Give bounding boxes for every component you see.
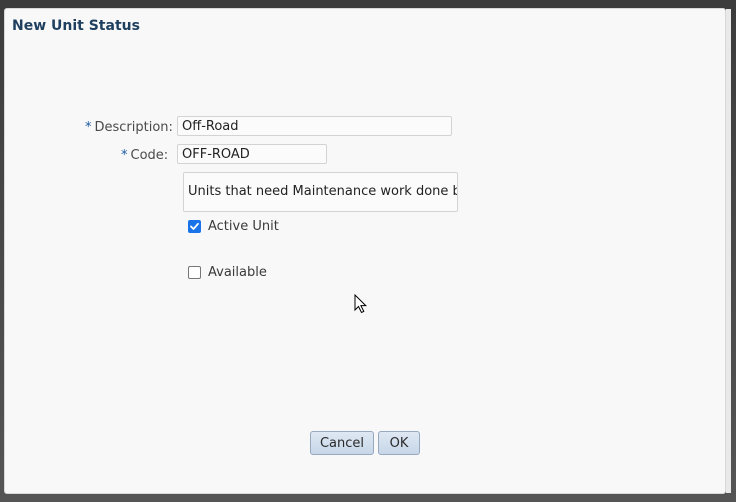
cancel-button[interactable]: Cancel — [310, 431, 374, 455]
available-checkbox[interactable] — [188, 266, 201, 279]
required-marker: * — [85, 120, 92, 135]
dialog-edge — [726, 9, 731, 493]
active-unit-label: Active Unit — [208, 219, 279, 234]
ok-button[interactable]: OK — [378, 431, 420, 455]
code-label-text: Code: — [130, 148, 169, 163]
code-input[interactable] — [177, 144, 327, 164]
description-label: * Description: — [85, 120, 173, 135]
active-unit-row[interactable]: Active Unit — [188, 219, 279, 234]
mouse-pointer-icon — [354, 294, 368, 314]
description-input[interactable] — [177, 116, 452, 136]
active-unit-checkbox[interactable] — [188, 220, 201, 233]
checkmark-icon — [190, 222, 199, 230]
required-marker: * — [121, 148, 128, 163]
available-label: Available — [208, 265, 267, 280]
code-label: * Code: — [121, 148, 168, 163]
notes-text: Units that need Maintenance work done be… — [188, 184, 458, 199]
new-unit-status-dialog: New Unit Status *Description: *Code: Uni… — [4, 8, 731, 494]
available-row[interactable]: Available — [188, 265, 267, 280]
window-frame: New Unit Status *Description: *Code: Uni… — [0, 0, 736, 502]
notes-textarea[interactable]: Units that need Maintenance work done be… — [183, 172, 458, 212]
dialog-title: New Unit Status — [12, 18, 140, 34]
description-label-text: Description: — [94, 120, 173, 135]
